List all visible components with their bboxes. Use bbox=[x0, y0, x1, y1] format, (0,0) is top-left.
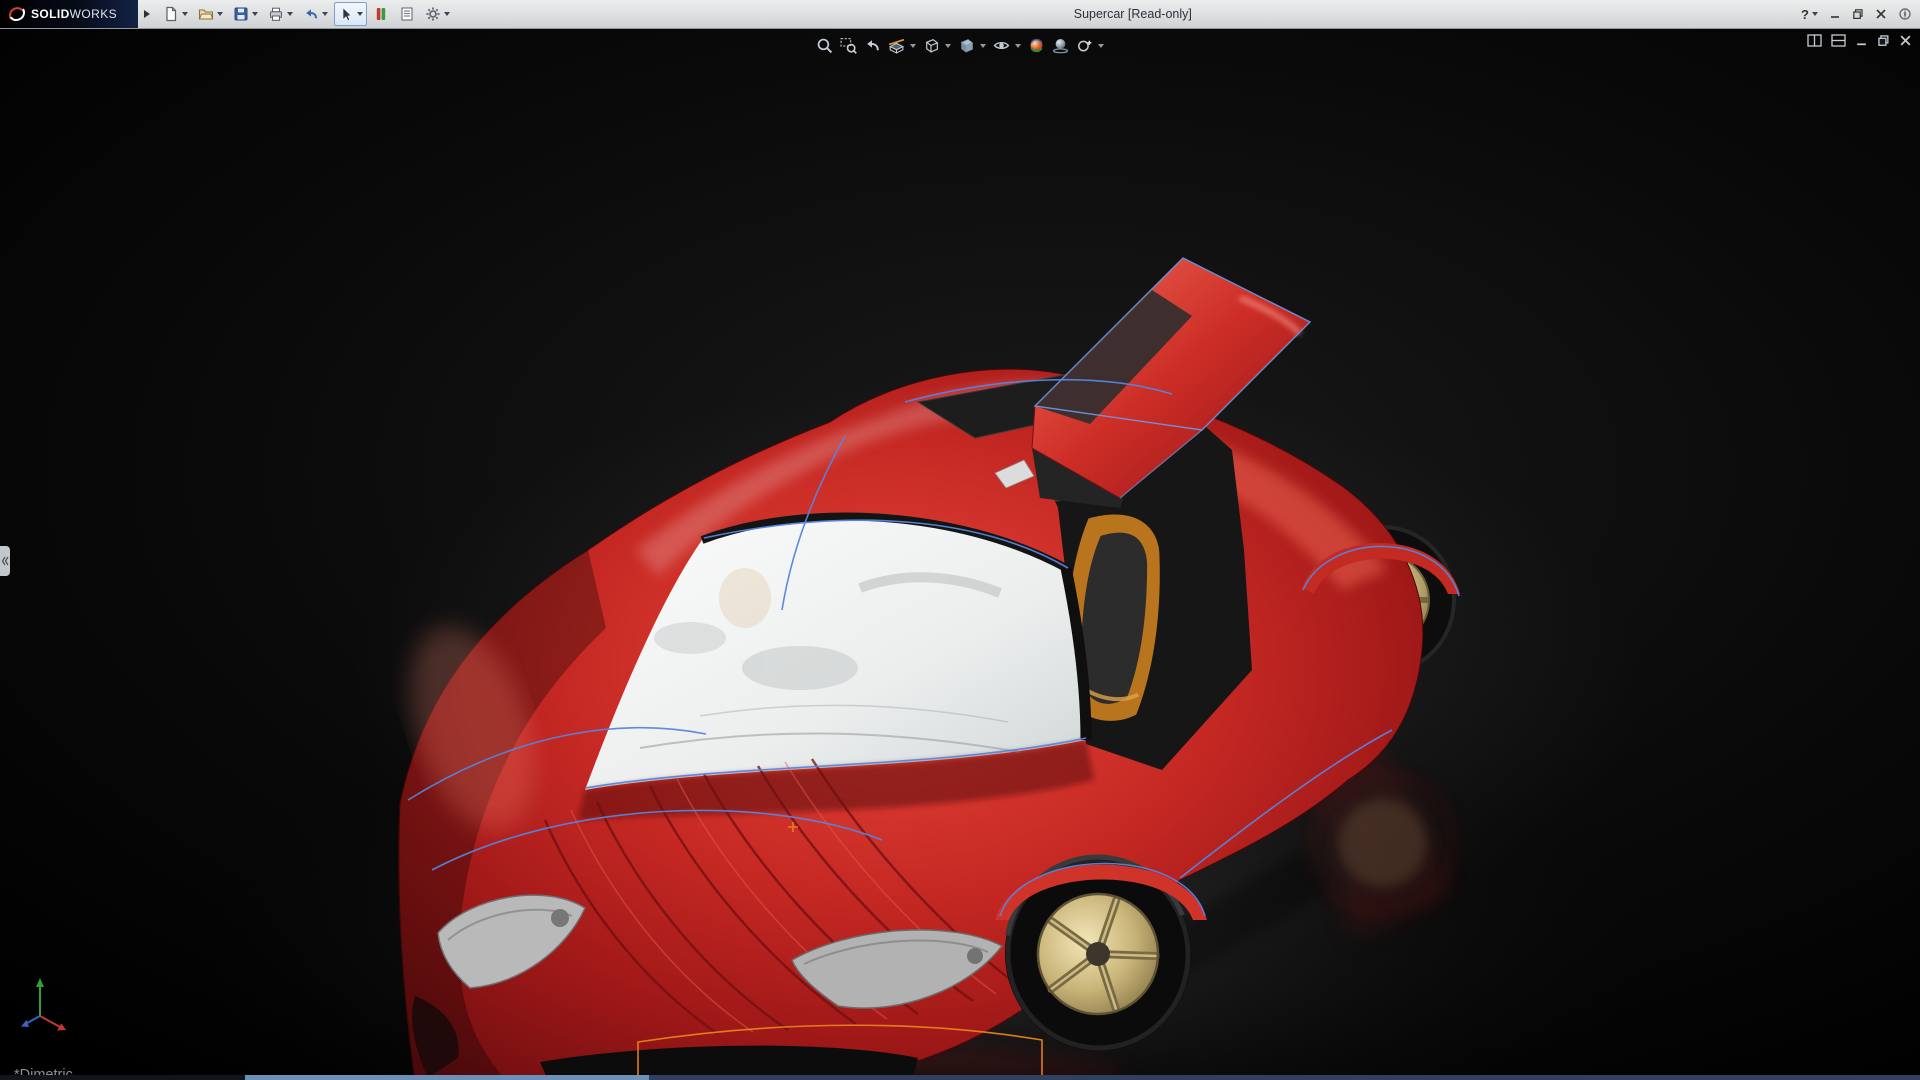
view-orientation-button[interactable] bbox=[923, 37, 951, 54]
dropdown-arrow-icon bbox=[357, 12, 363, 16]
status-bar bbox=[0, 1075, 1920, 1080]
appearance-ball-icon bbox=[1028, 37, 1045, 54]
document-close-icon[interactable] bbox=[1899, 34, 1912, 47]
dropdown-arrow-icon bbox=[182, 12, 188, 16]
zoom-to-fit-icon bbox=[816, 37, 833, 54]
dropdown-arrow-icon bbox=[945, 44, 951, 48]
dropdown-arrow-icon bbox=[980, 44, 986, 48]
dropdown-arrow-icon bbox=[1812, 12, 1818, 16]
flyout-triangle-icon bbox=[144, 10, 150, 18]
featuremanager-collapse-tab[interactable] bbox=[0, 546, 10, 576]
view-settings-button[interactable] bbox=[1076, 37, 1104, 54]
document-restore-icon[interactable] bbox=[1877, 34, 1890, 47]
view-settings-icon bbox=[1076, 37, 1093, 54]
window-minimize-button[interactable] bbox=[1829, 8, 1841, 20]
document-window-controls bbox=[1807, 34, 1912, 47]
window-close-button[interactable] bbox=[1875, 8, 1887, 20]
split-pane-horizontal-icon[interactable] bbox=[1831, 34, 1846, 47]
file-properties-icon bbox=[399, 6, 415, 22]
window-restore-button[interactable] bbox=[1852, 8, 1864, 20]
titlebar-controls: ? bbox=[1801, 7, 1920, 22]
help-button[interactable]: ? bbox=[1801, 7, 1818, 22]
graphics-viewport[interactable]: *Dimetric bbox=[0, 28, 1920, 1080]
new-document-button[interactable] bbox=[159, 2, 192, 26]
brand-text: SOLIDWORKS bbox=[31, 7, 117, 21]
chevron-left-icon bbox=[1, 555, 9, 567]
dropdown-arrow-icon bbox=[287, 12, 293, 16]
document-minimize-icon[interactable] bbox=[1855, 34, 1868, 47]
new-document-icon bbox=[163, 6, 179, 22]
view-orientation-cube-icon bbox=[923, 37, 940, 54]
previous-view-icon bbox=[864, 37, 881, 54]
previous-view-button[interactable] bbox=[864, 37, 881, 54]
menu-flyout-arrow[interactable] bbox=[140, 3, 154, 25]
split-pane-vertical-icon[interactable] bbox=[1807, 34, 1822, 47]
select-cursor-icon bbox=[338, 6, 354, 22]
ds-compass-icon bbox=[1898, 7, 1912, 21]
restore-icon bbox=[1852, 8, 1864, 20]
dropdown-arrow-icon bbox=[252, 12, 258, 16]
hide-show-items-button[interactable] bbox=[993, 37, 1021, 54]
scene-ball-icon bbox=[1052, 37, 1069, 54]
undo-button[interactable] bbox=[299, 2, 332, 26]
orientation-triad bbox=[16, 972, 74, 1036]
zoom-to-area-icon bbox=[840, 37, 857, 54]
file-properties-button[interactable] bbox=[395, 2, 419, 26]
zoom-to-area-button[interactable] bbox=[840, 37, 857, 54]
rebuild-icon bbox=[373, 6, 389, 22]
zoom-to-fit-button[interactable] bbox=[816, 37, 833, 54]
title-bar: SOLIDWORKS bbox=[0, 0, 1920, 29]
display-style-button[interactable] bbox=[958, 37, 986, 54]
edit-appearance-button[interactable] bbox=[1028, 37, 1045, 54]
dropdown-arrow-icon bbox=[1015, 44, 1021, 48]
options-button[interactable] bbox=[421, 2, 454, 26]
open-document-icon bbox=[198, 6, 214, 22]
car-model-3d[interactable] bbox=[0, 28, 1920, 1080]
window-title: Supercar [Read-only] bbox=[1074, 0, 1192, 28]
section-view-icon bbox=[888, 37, 905, 54]
print-icon bbox=[268, 6, 284, 22]
help-label: ? bbox=[1801, 7, 1809, 22]
open-document-button[interactable] bbox=[194, 2, 227, 26]
undo-icon bbox=[303, 6, 319, 22]
minimize-icon bbox=[1829, 8, 1841, 20]
apply-scene-button[interactable] bbox=[1052, 37, 1069, 54]
close-icon bbox=[1875, 8, 1887, 20]
quick-access-toolbar bbox=[158, 0, 455, 28]
save-icon bbox=[233, 6, 249, 22]
dropdown-arrow-icon bbox=[1098, 44, 1104, 48]
ds-logo-icon bbox=[8, 6, 26, 22]
dropdown-arrow-icon bbox=[217, 12, 223, 16]
ds-corner-logo bbox=[1898, 7, 1912, 21]
heads-up-view-toolbar bbox=[806, 35, 1114, 56]
dropdown-arrow-icon bbox=[322, 12, 328, 16]
save-button[interactable] bbox=[229, 2, 262, 26]
select-tool-button[interactable] bbox=[334, 2, 367, 26]
print-button[interactable] bbox=[264, 2, 297, 26]
dropdown-arrow-icon bbox=[444, 12, 450, 16]
rebuild-button[interactable] bbox=[369, 2, 393, 26]
options-gear-icon bbox=[425, 6, 441, 22]
section-view-button[interactable] bbox=[888, 37, 916, 54]
dropdown-arrow-icon bbox=[910, 44, 916, 48]
solidworks-logo: SOLIDWORKS bbox=[0, 0, 138, 28]
eye-icon bbox=[993, 37, 1010, 54]
display-style-icon bbox=[958, 37, 975, 54]
